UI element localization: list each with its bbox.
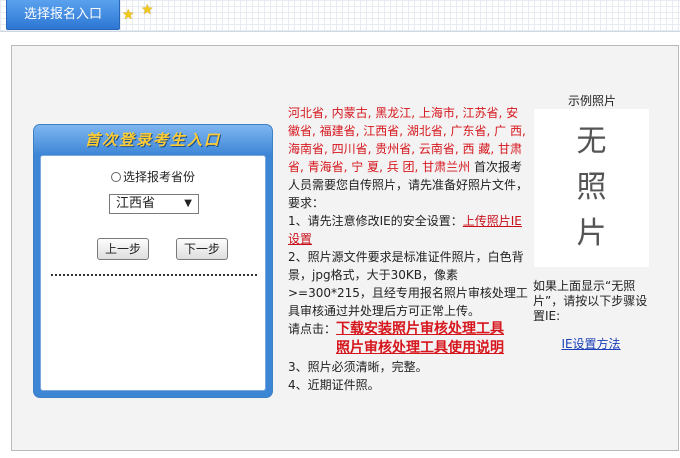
- photo-placeholder-char: 照: [576, 170, 607, 205]
- photo-placeholder-char: 片: [576, 216, 607, 251]
- download-links: 下载安装照片审核处理工具 照片审核处理工具使用说明: [336, 320, 504, 358]
- example-photo: 无 照 片: [534, 109, 649, 267]
- province-selected-value: 江西省: [116, 196, 156, 211]
- next-step-button[interactable]: 下一步: [176, 238, 228, 260]
- top-bar: 选择报名入口 ★ ★: [0, 0, 680, 32]
- tab-select-entry[interactable]: 选择报名入口: [6, 0, 120, 30]
- download-row: 请点击： 下载安装照片审核处理工具 照片审核处理工具使用说明: [288, 320, 528, 358]
- requirement-4: 4、近期证件照。: [288, 378, 380, 392]
- download-tool-link[interactable]: 下载安装照片审核处理工具: [336, 320, 504, 339]
- tool-manual-link[interactable]: 照片审核处理工具使用说明: [336, 339, 504, 358]
- photo-placeholder-char: 无: [576, 124, 607, 159]
- requirement-1-text: 1、请先注意修改IE的安全设置：: [288, 214, 463, 228]
- province-select[interactable]: 江西省 ▼: [109, 194, 199, 214]
- province-radio-row[interactable]: 选择报考省份: [41, 168, 265, 185]
- star-icon: ★: [122, 7, 135, 23]
- radio-label: 选择报考省份: [122, 170, 195, 184]
- requirement-3: 3、照片必须清晰，完整。: [288, 360, 428, 374]
- first-login-title: 首次登录考生入口: [34, 125, 272, 155]
- dotted-divider: [51, 274, 257, 276]
- example-photo-title: 示例照片: [567, 94, 616, 108]
- ie-settings-method-link[interactable]: IE设置方法: [561, 337, 620, 351]
- ie-method-row: IE设置方法: [533, 335, 649, 352]
- requirement-2: 2、照片源文件要求是标准证件照片，白色背景，jpg格式，大于30KB，像素>=3…: [288, 250, 528, 318]
- instructions-text: 河北省, 内蒙古, 黑龙江, 上海市, 江苏省, 安徽省, 福建省, 江西省, …: [288, 104, 528, 394]
- prev-step-button[interactable]: 上一步: [97, 238, 149, 260]
- dropdown-arrow-icon: ▼: [184, 198, 192, 209]
- requirement-1: 1、请先注意修改IE的安全设置：上传照片IE设置: [288, 212, 528, 248]
- intro-paragraph: 河北省, 内蒙古, 黑龙江, 上海市, 江苏省, 安徽省, 福建省, 江西省, …: [288, 104, 528, 212]
- first-login-panel: 首次登录考生入口 选择报考省份 江西省 ▼ 上一步 下一步: [33, 124, 273, 398]
- login-body: 选择报考省份 江西省 ▼ 上一步 下一步: [40, 155, 266, 391]
- radio-icon[interactable]: [110, 172, 121, 182]
- star-icon: ★: [141, 2, 154, 18]
- photo-note: 如果上面显示“无照片”，请按以下步骤设置IE:: [533, 279, 648, 323]
- click-label: 请点击：: [288, 322, 337, 336]
